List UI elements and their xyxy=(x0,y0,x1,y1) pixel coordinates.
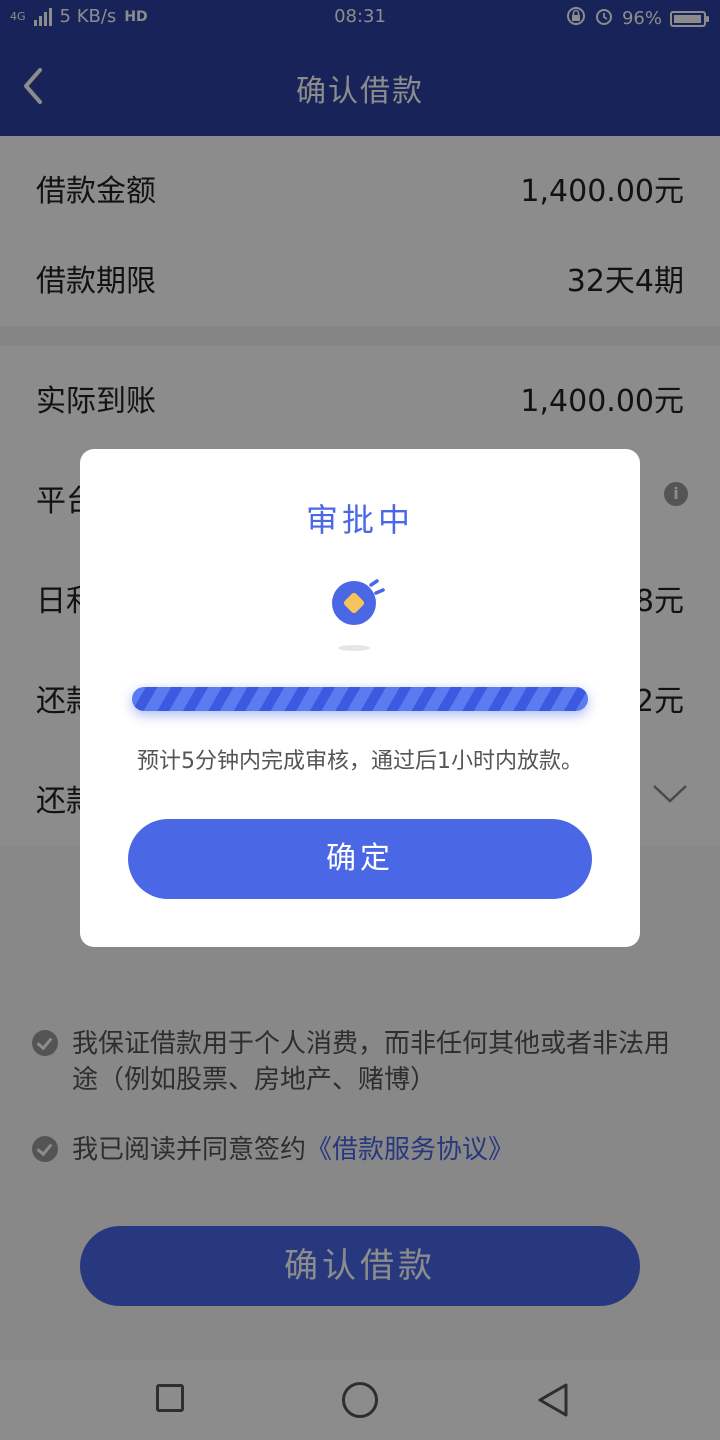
dialog-title: 审批中 xyxy=(305,501,414,539)
approval-dialog: 审批中 预计5分钟内完成审核，通过后1小时内放款。 确定 xyxy=(80,449,640,947)
loading-icon xyxy=(330,575,390,655)
approval-progress-bar xyxy=(132,687,588,711)
dialog-description: 预计5分钟内完成审核，通过后1小时内放款。 xyxy=(137,749,583,774)
dialog-confirm-button[interactable]: 确定 xyxy=(128,819,592,899)
